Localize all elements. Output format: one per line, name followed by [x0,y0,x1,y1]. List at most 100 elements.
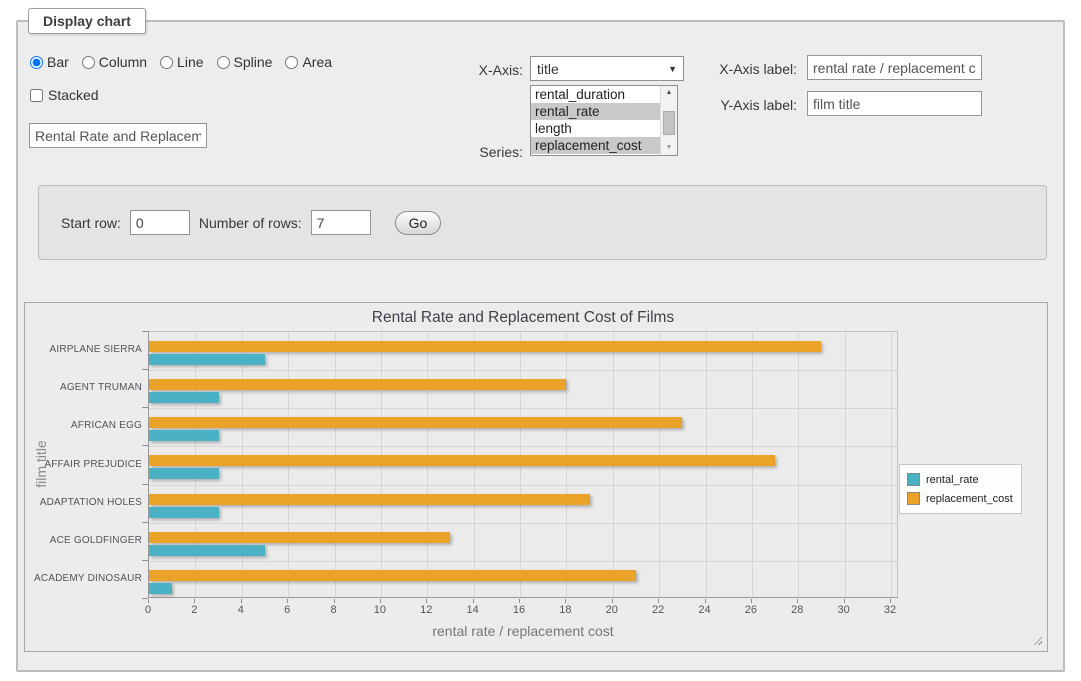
x-tick-mark [380,599,381,603]
y-gridline [149,408,897,409]
chart-title: Rental Rate and Replacement Cost of Film… [148,309,898,327]
y-tick-mark [142,331,148,332]
x-tick-label: 4 [226,604,256,616]
radio-label: Bar [47,54,69,70]
category-label: AFRICAN EGG [25,420,142,432]
x-axis-label-field-label: X-Axis label: [715,61,797,77]
series-option-rental_rate[interactable]: rental_rate [531,103,660,120]
page: Display chart Bar Column Line Spline Area St… [0,0,1081,681]
bar-rental_rate-6 [149,583,172,594]
x-tick-label: 18 [550,604,580,616]
chart-type-option-area[interactable]: Area [285,54,332,70]
y-tick-mark [142,369,148,370]
chart-type-option-spline[interactable]: Spline [217,54,273,70]
chart-container: Rental Rate and Replacement Cost of Film… [24,302,1048,652]
chart-type-option-line[interactable]: Line [160,54,203,70]
radio-label: Area [302,54,332,70]
series-option-rental_duration[interactable]: rental_duration [531,86,660,103]
plot-area [148,331,898,598]
category-label: ACE GOLDFINGER [25,535,142,547]
scroll-up-icon[interactable]: ▲ [662,86,676,100]
scroll-down-icon[interactable]: ▼ [662,141,676,155]
chart-type-radio-spline[interactable] [217,56,230,69]
x-tick-label: 28 [782,604,812,616]
bar-rental_rate-0 [149,354,265,365]
x-axis-selected-value: title [537,61,668,77]
fieldset-legend: Display chart [28,8,146,34]
radio-label: Line [177,54,203,70]
bar-replacement_cost-6 [149,570,636,581]
chart-type-option-column[interactable]: Column [82,54,147,70]
x-tick-mark [612,599,613,603]
x-tick-label: 12 [411,604,441,616]
y-gridline [149,485,897,486]
series-listbox: rental_durationrental_ratelengthreplacem… [530,85,678,156]
x-axis-title: rental rate / replacement cost [148,623,898,639]
start-row-input[interactable] [130,210,190,235]
bar-replacement_cost-0 [149,341,821,352]
radio-label: Spline [234,54,273,70]
x-tick-label: 0 [133,604,163,616]
series-option-replacement_cost[interactable]: replacement_cost [531,137,660,154]
bar-replacement_cost-3 [149,455,775,466]
x-tick-label: 2 [179,604,209,616]
chart-title-input[interactable] [29,123,207,148]
legend-entry-replacement_cost: replacement_cost [907,489,1013,508]
x-axis-label-input[interactable] [807,55,982,80]
chart-type-radio-line[interactable] [160,56,173,69]
rows-input[interactable] [311,210,371,235]
x-tick-mark [334,599,335,603]
bar-replacement_cost-1 [149,379,566,390]
x-axis-select-label: X-Axis: [465,62,523,78]
x-tick-label: 8 [319,604,349,616]
x-tick-mark [890,599,891,603]
start-row-label: Start row: [61,215,121,231]
legend-swatch-replacement_cost [907,492,920,505]
x-tick-mark [658,599,659,603]
series-option-length[interactable]: length [531,120,660,137]
x-tick-label: 32 [875,604,905,616]
x-tick-label: 26 [736,604,766,616]
category-label: ACADEMY DINOSAUR [25,573,142,585]
scrollbar-thumb[interactable] [663,111,675,135]
x-tick-mark [148,599,149,603]
bar-rental_rate-1 [149,392,219,403]
dropdown-arrow-icon: ▼ [668,64,677,74]
x-tick-mark [565,599,566,603]
y-tick-mark [142,522,148,523]
x-tick-mark [194,599,195,603]
x-tick-label: 10 [365,604,395,616]
bar-rental_rate-3 [149,468,219,479]
bar-replacement_cost-2 [149,417,682,428]
resize-handle-icon[interactable] [1031,634,1042,645]
y-gridline [149,370,897,371]
y-axis-label-field-label: Y-Axis label: [715,97,797,113]
radio-label: Column [99,54,147,70]
x-tick-label: 22 [643,604,673,616]
x-tick-label: 14 [458,604,488,616]
x-gridline [891,332,892,597]
x-tick-label: 24 [690,604,720,616]
x-tick-mark [844,599,845,603]
category-label: AGENT TRUMAN [25,382,142,394]
x-tick-mark [519,599,520,603]
x-axis-select[interactable]: title ▼ [530,56,684,81]
x-tick-mark [287,599,288,603]
listbox-scrollbar[interactable]: ▲ ▼ [660,86,677,155]
series-options: rental_durationrental_ratelengthreplacem… [531,86,660,155]
go-button[interactable]: Go [395,211,442,235]
chart-type-radio-bar[interactable] [30,56,43,69]
y-gridline [149,523,897,524]
category-label: AFFAIR PREJUDICE [25,459,142,471]
stacked-checkbox[interactable] [30,89,43,102]
chart-type-radio-area[interactable] [285,56,298,69]
chart-type-option-bar[interactable]: Bar [30,54,69,70]
y-axis-label-input[interactable] [807,91,982,116]
x-tick-mark [426,599,427,603]
chart-type-radio-column[interactable] [82,56,95,69]
x-tick-mark [241,599,242,603]
rows-label: Number of rows: [199,215,302,231]
stacked-option[interactable]: Stacked [30,87,99,103]
x-tick-label: 30 [829,604,859,616]
x-tick-mark [751,599,752,603]
